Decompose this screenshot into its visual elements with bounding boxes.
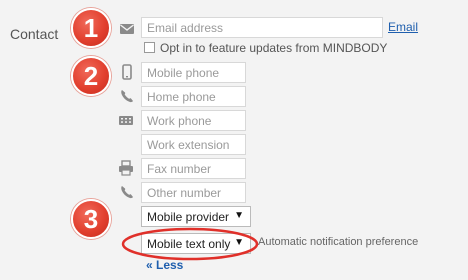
less-link[interactable]: « Less	[146, 258, 183, 272]
step-badge-3: 3	[71, 199, 111, 239]
work-extension-field[interactable]	[141, 134, 246, 155]
other-number-field[interactable]	[141, 182, 246, 203]
notification-preference-hint: Automatic notification preference	[258, 236, 419, 248]
section-label-contact: Contact	[10, 26, 59, 42]
mobile-phone-icon	[119, 64, 135, 80]
step-badge-2: 2	[71, 56, 111, 96]
step-badge-1: 1	[71, 8, 111, 48]
fax-icon	[118, 160, 134, 176]
mobile-phone-field[interactable]	[141, 62, 246, 83]
email-link[interactable]: Email	[388, 20, 418, 34]
opt-in-checkbox[interactable]	[144, 42, 155, 53]
phone-icon	[119, 184, 135, 200]
keypad-phone-icon	[118, 112, 134, 128]
fax-number-field[interactable]	[141, 158, 246, 179]
mobile-provider-value: Mobile provider	[147, 210, 230, 224]
work-phone-field[interactable]	[141, 110, 246, 131]
mobile-provider-select[interactable]: Mobile provider ▼	[141, 206, 251, 227]
dropdown-arrow-icon: ▼	[234, 210, 244, 221]
opt-in-label: Opt in to feature updates from MINDBODY	[160, 41, 388, 55]
email-field[interactable]	[141, 17, 383, 38]
phone-icon	[119, 88, 135, 104]
envelope-icon	[119, 21, 135, 37]
home-phone-field[interactable]	[141, 86, 246, 107]
highlight-ellipse	[121, 227, 259, 261]
